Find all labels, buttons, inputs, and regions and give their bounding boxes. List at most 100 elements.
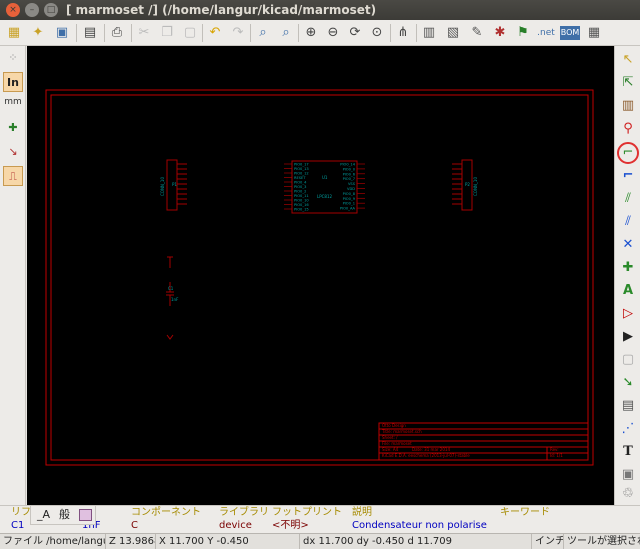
right-toolbar: ↖ ⇱ ▥ ⚲ ⌐ ⌐ ⫽ ⫽ ✕ ✚ A ▷ ▶ ▢ ➘ ▤ ⋰ T ▣ ♲ [614, 46, 640, 505]
msg-col-footprint: フットプリント <不明> [272, 507, 342, 531]
connector-p2-ref: P2 [465, 182, 470, 187]
mcu-pin-right: PIO0_8 [343, 192, 365, 196]
open-schematic-icon[interactable]: ✦ [28, 23, 48, 43]
copy-icon[interactable]: ❐ [157, 23, 177, 43]
save-icon[interactable]: ▣ [52, 23, 72, 43]
undo-icon[interactable]: ↶ [205, 23, 225, 43]
zoom-fit-icon[interactable]: ⊙ [367, 23, 387, 43]
message-panel: リフ C1 前 1nF コンポーネント C ライブラリ device フットプリ… [0, 505, 640, 533]
show-grid-icon[interactable]: ⁘ [3, 48, 23, 68]
redo-icon[interactable]: ↷ [228, 23, 248, 43]
library-editor-icon[interactable]: ▥ [419, 23, 439, 43]
zoom-out-icon[interactable]: ⊖ [323, 23, 343, 43]
main-toolbar: ▦ ✦ ▣ ▤ ⎙ ✂ ❐ ▢ ↶ ↷ ⌕ ⌕ ⊕ ⊖ ⟳ ⊙ ⋔ ▥ ▧ ✎ … [0, 20, 640, 46]
erc-icon[interactable]: ✱ [490, 23, 510, 43]
place-global-label-icon[interactable]: ▷ [618, 304, 638, 324]
mcu-pin-left: PIO0_3 [284, 185, 306, 189]
bus-bus-entry-icon[interactable]: ⫽ [618, 212, 638, 232]
annotate-icon[interactable]: ✎ [467, 23, 487, 43]
svg-text:PIO0_12: PIO0_12 [294, 172, 309, 176]
status-units: インチ [532, 534, 564, 549]
status-delta: dx 11.700 dy -0.450 d 11.709 [300, 534, 532, 549]
sheet-settings-icon[interactable]: ▦ [4, 23, 24, 43]
svg-text:PIO0_8: PIO0_8 [343, 192, 356, 196]
place-image-icon[interactable]: ▣ [618, 465, 638, 485]
place-component-icon[interactable]: ▥ [618, 96, 638, 116]
connector-p1-ref: P1 [172, 182, 177, 187]
delete-item-icon[interactable]: ♲ [618, 484, 638, 504]
tab-label-a[interactable]: _A [37, 506, 50, 524]
msg-col-description: 説明 Condensateur non polarise [352, 507, 487, 531]
no-connect-icon[interactable]: ✕ [618, 235, 638, 255]
library-browser-icon[interactable]: ▧ [443, 23, 463, 43]
mcu-pin-left: PIO0_13 [284, 167, 309, 171]
power-symbol[interactable] [167, 256, 173, 268]
svg-text:PIO0_11: PIO0_11 [294, 194, 309, 198]
hidden-pins-icon[interactable]: ↘ [3, 142, 23, 162]
paste-icon[interactable]: ▢ [180, 23, 200, 43]
tab-label-b[interactable]: 般 [59, 506, 70, 524]
minimize-window-button[interactable]: – [25, 3, 39, 17]
place-bus-icon[interactable]: ⌐ [618, 166, 638, 186]
panel-tab-overlay[interactable]: _A 般 [30, 505, 96, 525]
place-text-icon[interactable]: T [618, 442, 638, 462]
capacitor-c1[interactable]: C1 1nF [166, 282, 179, 306]
place-junction-icon[interactable]: ✚ [618, 258, 638, 278]
highlight-net-icon[interactable]: ⇱ [618, 73, 638, 93]
zoom-in-icon[interactable]: ⊕ [301, 23, 321, 43]
place-sheet-pin-icon[interactable]: ▤ [618, 396, 638, 416]
find-icon[interactable]: ⌕ [253, 23, 273, 43]
svg-text:PIO0_14: PIO0_14 [340, 163, 355, 167]
capacitor-ref: C1 [168, 286, 174, 291]
place-net-label-icon[interactable]: A [618, 281, 638, 301]
bus-wire-entry-icon[interactable]: ⎍ [3, 166, 23, 186]
maximize-window-button[interactable]: □ [44, 3, 58, 17]
units-inch-button[interactable]: In [3, 72, 23, 92]
place-wire-icon[interactable]: ⌐ [617, 142, 639, 164]
mcu-u1[interactable]: U1 LPC812 PIO0_17PIO0_13PIO0_12RESETPIO0… [284, 160, 365, 214]
image-icon[interactable] [79, 509, 92, 521]
left-toolbar: ⁘ In mm ✚ ↘ ⎍ [0, 46, 26, 505]
find-replace-icon[interactable]: ⌕ [276, 23, 296, 43]
mcu-pin-right: PIO0_9 [343, 197, 365, 201]
place-hier-sheet-icon[interactable]: ▢ [618, 350, 638, 370]
page-settings-icon[interactable]: ▤ [80, 23, 100, 43]
hierarchy-navigator-icon[interactable]: ⋔ [393, 23, 413, 43]
toolbar-separator [250, 24, 251, 42]
print-icon[interactable]: ⎙ [107, 23, 127, 43]
title-block-id: Id: 1/1 [550, 453, 563, 458]
svg-text:PIO0_13: PIO0_13 [294, 167, 309, 171]
close-window-button[interactable]: × [6, 3, 20, 17]
mcu-pin-right: PIO0_6 [343, 172, 365, 176]
place-power-icon[interactable]: ⚲ [618, 119, 638, 139]
bom-icon[interactable]: BOM [560, 26, 580, 40]
svg-text:RESET: RESET [294, 176, 306, 180]
zoom-redraw-icon[interactable]: ⟳ [345, 23, 365, 43]
place-hier-label-icon[interactable]: ▶ [618, 327, 638, 347]
schematic-canvas[interactable]: CONN_10 P1 U1 LPC812 PIO0_17 PIO0_13 PIO0_… [27, 46, 614, 505]
title-block: Otto Design Title: marmoset.sch Sheet: /… [378, 422, 589, 461]
title-block-size: Size: A4 [382, 447, 399, 452]
toolbar-separator [390, 24, 391, 42]
cut-icon[interactable]: ✂ [134, 23, 154, 43]
netlist-icon[interactable]: ⚑ [513, 23, 533, 43]
mcu-pin-left: RESET [284, 176, 306, 180]
netlist-export-icon[interactable]: .net [536, 23, 556, 43]
mcu-pin-left: PIO0_12 [284, 172, 309, 176]
connector-p1[interactable]: CONN_10 P1 [160, 159, 187, 211]
toolbar-separator [416, 24, 417, 42]
ground-symbol[interactable] [166, 334, 174, 340]
place-graphic-line-icon[interactable]: ⋰ [618, 419, 638, 439]
status-zoom: Z 13.9868 [106, 534, 156, 549]
title-block-rev: Rev: [550, 447, 559, 452]
status-cursor: X 11.700 Y -0.450 [156, 534, 300, 549]
connector-p2[interactable]: CONN_10 P2 [452, 159, 478, 211]
run-pcbnew-icon[interactable]: ▦ [584, 23, 604, 43]
import-sheet-pin-icon[interactable]: ➘ [618, 373, 638, 393]
units-mm-button[interactable]: mm [3, 96, 23, 116]
select-arrow-icon[interactable]: ↖ [618, 50, 638, 70]
cursor-shape-icon[interactable]: ✚ [3, 118, 23, 138]
wire-bus-entry-icon[interactable]: ⫽ [618, 189, 638, 209]
connector-p2-value: CONN_10 [473, 177, 478, 196]
status-file: ファイル /home/langur [0, 534, 106, 549]
